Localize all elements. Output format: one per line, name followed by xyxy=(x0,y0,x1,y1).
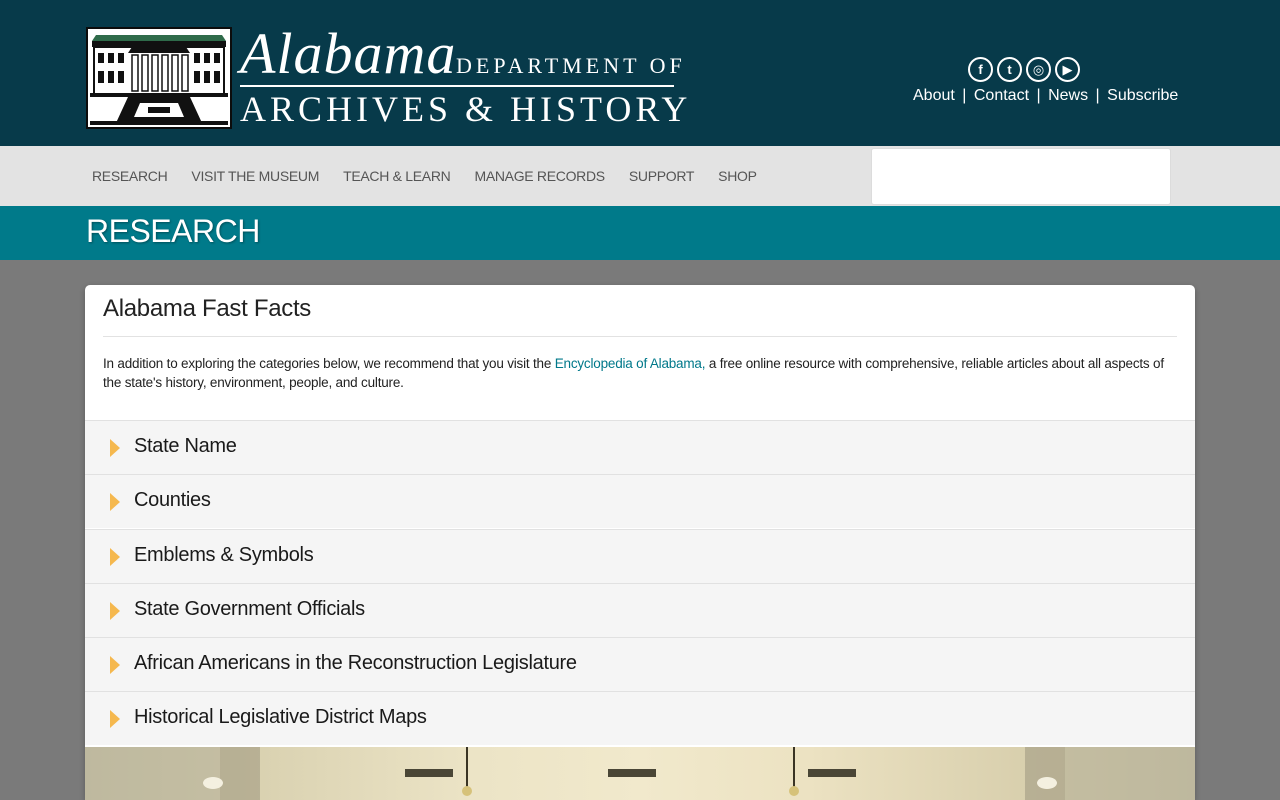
intro-text: In addition to exploring the categories … xyxy=(103,354,1177,392)
caret-right-icon xyxy=(110,710,120,728)
social-links: f t ◎ ▶ xyxy=(968,57,1080,82)
twitter-icon[interactable]: t xyxy=(997,57,1022,82)
about-link[interactable]: About xyxy=(913,87,955,104)
accordion-label: State Name xyxy=(134,435,237,457)
accordion-item-counties[interactable]: Counties xyxy=(85,474,1195,528)
page-title: RESEARCH xyxy=(86,213,260,249)
nav-item-visit-the-museum[interactable]: VISIT THE MUSEUM xyxy=(191,168,319,184)
intro-text-start: In addition to exploring the categories … xyxy=(103,356,555,371)
accordion-item-legislative-district-maps[interactable]: Historical Legislative District Maps xyxy=(85,691,1195,745)
accordion-item-reconstruction-legislature[interactable]: African Americans in the Reconstruction … xyxy=(85,637,1195,691)
nav-item-shop[interactable]: SHOP xyxy=(718,168,757,184)
accordion-label: Counties xyxy=(134,489,211,511)
archives-building-logo[interactable] xyxy=(86,27,232,129)
instagram-icon[interactable]: ◎ xyxy=(1026,57,1051,82)
caret-right-icon xyxy=(110,602,120,620)
link-separator: | xyxy=(1036,87,1041,104)
brand-alabama[interactable]: Alabama xyxy=(240,20,456,87)
interior-photo xyxy=(85,747,1195,800)
site-header: Alabama DEPARTMENT OF ARCHIVES & HISTORY… xyxy=(0,0,1280,146)
link-separator: | xyxy=(962,87,967,104)
link-separator: | xyxy=(1095,87,1100,104)
accordion-item-state-name[interactable]: State Name xyxy=(85,420,1195,474)
caret-right-icon xyxy=(110,439,120,457)
caret-right-icon xyxy=(110,656,120,674)
brand-divider xyxy=(240,85,674,87)
nav-item-research[interactable]: RESEARCH xyxy=(92,168,168,184)
fast-facts-panel: Alabama Fast Facts In addition to explor… xyxy=(85,285,1195,800)
facebook-icon[interactable]: f xyxy=(968,57,993,82)
panel-divider xyxy=(103,336,1177,337)
accordion-label: African Americans in the Reconstruction … xyxy=(134,652,577,674)
search-input[interactable] xyxy=(871,148,1171,205)
accordion-item-emblems-symbols[interactable]: Emblems & Symbols xyxy=(85,529,1195,583)
contact-link[interactable]: Contact xyxy=(974,87,1029,104)
nav-item-support[interactable]: SUPPORT xyxy=(629,168,695,184)
youtube-icon[interactable]: ▶ xyxy=(1055,57,1080,82)
utility-links: About | Contact | News | Subscribe xyxy=(913,87,1178,105)
accordion-label: Historical Legislative District Maps xyxy=(134,706,427,728)
nav-item-manage-records[interactable]: MANAGE RECORDS xyxy=(474,168,605,184)
caret-right-icon xyxy=(110,548,120,566)
panel-title: Alabama Fast Facts xyxy=(103,295,312,322)
news-link[interactable]: News xyxy=(1048,87,1088,104)
brand-archives-history[interactable]: ARCHIVES & HISTORY xyxy=(240,88,691,130)
subscribe-link[interactable]: Subscribe xyxy=(1107,87,1178,104)
accordion-item-state-government-officials[interactable]: State Government Officials xyxy=(85,583,1195,637)
accordion-label: State Government Officials xyxy=(134,598,365,620)
brand-department-of[interactable]: DEPARTMENT OF xyxy=(456,53,686,79)
nav-item-teach-learn[interactable]: TEACH & LEARN xyxy=(343,168,451,184)
accordion-label: Emblems & Symbols xyxy=(134,544,314,566)
caret-right-icon xyxy=(110,493,120,511)
encyclopedia-link[interactable]: Encyclopedia of Alabama, xyxy=(555,356,706,371)
